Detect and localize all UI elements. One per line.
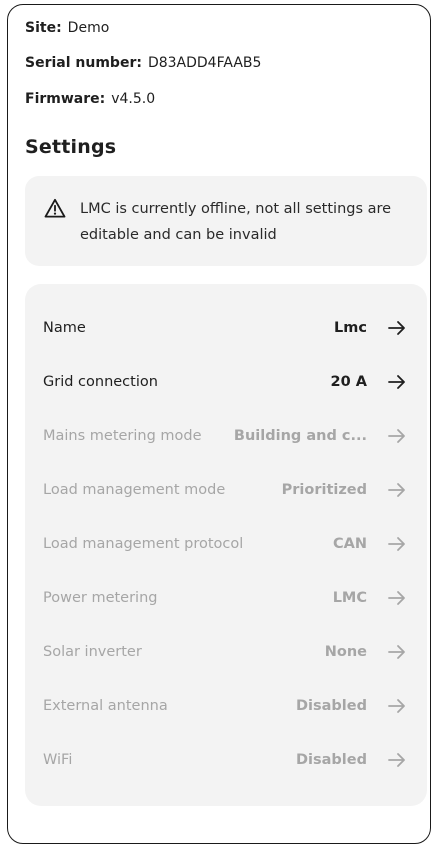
setting-value: Disabled [296,752,367,768]
setting-row-load-management-mode: Load management mode Prioritized [25,470,427,510]
setting-value: CAN [333,536,367,552]
setting-value: Building and c... [233,428,367,444]
serial-info: Serial number: D83ADD4FAAB5 [25,53,261,73]
setting-row-solar-inverter: Solar inverter None [25,632,427,672]
setting-label: Grid connection [43,374,158,390]
setting-row-external-antenna: External antenna Disabled [25,686,427,726]
arrow-right-icon [388,321,405,335]
arrow-right-icon [388,591,405,605]
setting-value: LMC [332,590,367,606]
setting-row-name[interactable]: Name Lmc [25,308,427,348]
firmware-info: Firmware: v4.5.0 [25,89,155,109]
arrow-right-icon [388,753,405,767]
setting-label: Mains metering mode [43,428,202,444]
setting-row-power-metering: Power metering LMC [25,578,427,618]
arrow-right-icon [388,537,405,551]
setting-label: Power metering [43,590,158,606]
setting-row-mains-metering-mode: Mains metering mode Building and c... [25,416,427,456]
serial-key: Serial number: [25,55,142,71]
arrow-right-icon [388,375,405,389]
arrow-right-icon [388,483,405,497]
setting-value: None [324,644,367,660]
setting-value: Disabled [296,698,367,714]
firmware-value: v4.5.0 [111,91,156,107]
setting-row-grid-connection[interactable]: Grid connection 20 A [25,362,427,402]
arrow-right-icon [388,429,405,443]
setting-row-load-management-protocol: Load management protocol CAN [25,524,427,564]
setting-value: Lmc [334,320,367,336]
setting-label: Load management mode [43,482,226,498]
settings-title: Settings [25,136,117,158]
setting-row-wifi: WiFi Disabled [25,740,427,780]
site-key: Site: [25,20,62,36]
setting-value: 20 A [330,374,367,390]
site-value: Demo [67,20,110,36]
setting-label: WiFi [43,752,73,768]
warning-text: LMC is currently offline, not all settin… [80,201,392,243]
site-info: Site: Demo [25,18,109,38]
arrow-right-icon [388,645,405,659]
arrow-right-icon [388,699,405,713]
warning-triangle-icon [44,198,66,218]
offline-warning: LMC is currently offline, not all settin… [25,176,427,266]
setting-value: Prioritized [281,482,367,498]
setting-label: Load management protocol [43,536,244,552]
setting-label: Name [43,320,86,336]
settings-card: Name Lmc Grid connection 20 A Mains mete… [25,284,427,806]
setting-label: External antenna [43,698,168,714]
serial-value: D83ADD4FAAB5 [147,55,262,71]
setting-label: Solar inverter [43,644,142,660]
firmware-key: Firmware: [25,91,106,107]
